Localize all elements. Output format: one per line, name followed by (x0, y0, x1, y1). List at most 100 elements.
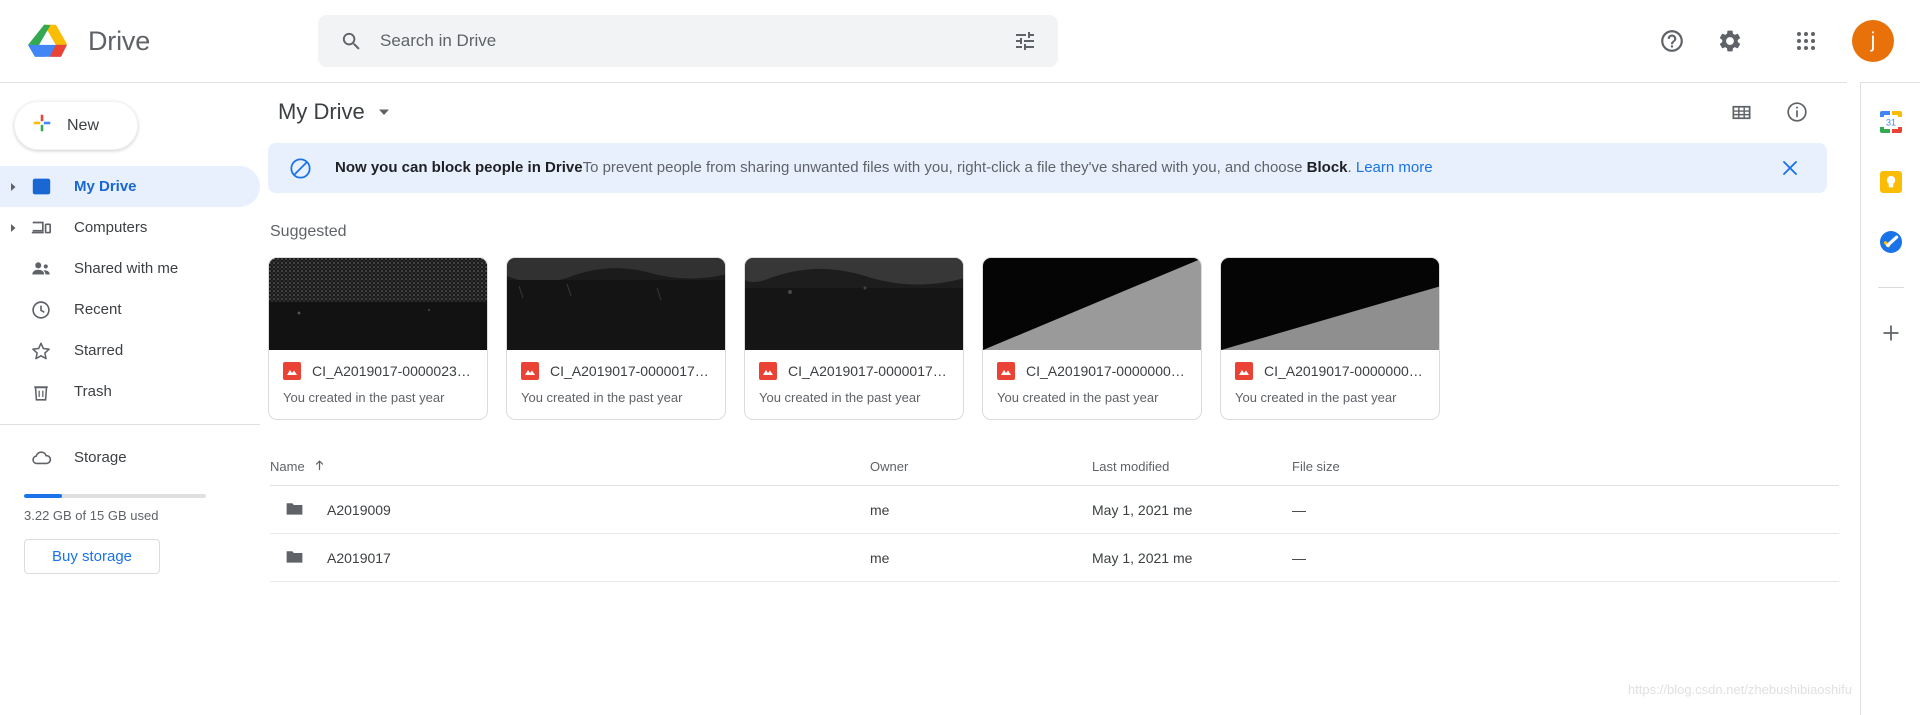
avatar[interactable]: j (1852, 20, 1894, 62)
image-file-icon (997, 362, 1015, 380)
card-meta: You created in the past year (507, 380, 725, 419)
file-thumbnail (983, 258, 1201, 350)
sidebar-item-label: Shared with me (74, 260, 178, 277)
storage-progress-bar (24, 494, 206, 498)
column-header-owner[interactable]: Owner (870, 459, 1092, 474)
file-thumbnail (1221, 258, 1439, 350)
search-input[interactable] (366, 31, 1010, 51)
chevron-down-icon[interactable] (377, 99, 391, 125)
table-row[interactable]: A2019017 me May 1, 2021 me — (270, 534, 1839, 582)
column-header-modified[interactable]: Last modified (1092, 459, 1292, 474)
sidebar-item-starred[interactable]: Starred (0, 330, 260, 371)
card-file-name: CI_A2019017-00000179… (550, 363, 711, 379)
brand-zone: Drive (0, 20, 318, 62)
header-actions: j (1638, 0, 1920, 82)
card-body: CI_A2019017-00000179… (745, 350, 963, 380)
table-header-row: Name Owner Last modified File size (270, 448, 1839, 486)
suggested-card[interactable]: CI_A2019017-00000230… You created in the… (268, 257, 488, 420)
storage-progress-fill (24, 494, 62, 498)
gear-icon[interactable] (1706, 17, 1754, 65)
google-drive-logo[interactable] (27, 20, 73, 62)
suggested-card[interactable]: CI_A2019017-00000000… You created in the… (1220, 257, 1440, 420)
suggested-card[interactable]: CI_A2019017-00000179… You created in the… (506, 257, 726, 420)
clock-icon (26, 299, 56, 321)
grid-view-icon[interactable] (1719, 90, 1763, 134)
card-file-name: CI_A2019017-00000000… (1026, 363, 1187, 379)
content-toolbar: My Drive (260, 83, 1847, 141)
product-name: Drive (88, 26, 150, 57)
toolbar-actions (1719, 90, 1847, 134)
sidebar-item-label: Recent (74, 301, 122, 318)
trash-icon (26, 381, 56, 403)
table-row[interactable]: A2019009 me May 1, 2021 me — (270, 486, 1839, 534)
sidebar-item-label: Computers (74, 219, 147, 236)
suggested-card[interactable]: CI_A2019017-00000000… You created in the… (982, 257, 1202, 420)
sidebar-item-storage[interactable]: Storage (0, 437, 260, 478)
add-ons-plus-icon[interactable] (1874, 316, 1908, 350)
card-body: CI_A2019017-00000179… (507, 350, 725, 380)
suggested-section-title: Suggested (270, 223, 1847, 241)
file-thumbnail (745, 258, 963, 350)
app-header: Drive (0, 0, 1920, 82)
card-title-row: CI_A2019017-00000179… (521, 362, 711, 380)
card-file-name: CI_A2019017-00000230… (312, 363, 473, 379)
expand-caret-icon[interactable] (0, 223, 26, 233)
search-icon[interactable] (336, 26, 366, 56)
banner-headline: Now you can block people in Drive (335, 159, 583, 176)
search-bar[interactable] (318, 15, 1058, 67)
tune-options-icon[interactable] (1010, 26, 1040, 56)
row-name-cell: A2019017 (270, 546, 870, 570)
sidebar-item-label: Starred (74, 342, 123, 359)
storage-usage-text: 3.22 GB of 15 GB used (24, 508, 260, 523)
banner-message: Now you can block people in DriveTo prev… (335, 158, 1433, 178)
info-circle-icon[interactable] (1775, 90, 1819, 134)
google-tasks-icon[interactable] (1874, 225, 1908, 259)
sidebar-item-my-drive[interactable]: My Drive (0, 166, 260, 207)
card-meta: You created in the past year (1221, 380, 1439, 419)
row-file-name: A2019017 (327, 550, 391, 566)
sidebar-item-trash[interactable]: Trash (0, 371, 260, 412)
card-title-row: CI_A2019017-00000230… (283, 362, 473, 380)
file-table: Name Owner Last modified File size A2019… (270, 448, 1839, 582)
image-file-icon (759, 362, 777, 380)
folder-icon (284, 498, 305, 522)
column-header-size[interactable]: File size (1292, 459, 1462, 474)
google-calendar-icon[interactable]: 31 (1874, 105, 1908, 139)
column-header-name[interactable]: Name (270, 459, 870, 475)
expand-caret-icon[interactable] (0, 182, 26, 192)
image-file-icon (1235, 362, 1253, 380)
card-meta: You created in the past year (983, 380, 1201, 419)
file-thumbnail (507, 258, 725, 350)
card-title-row: CI_A2019017-00000000… (997, 362, 1187, 380)
close-icon[interactable] (1771, 149, 1809, 187)
sidebar-item-shared-with-me[interactable]: Shared with me (0, 248, 260, 289)
sidebar-item-computers[interactable]: Computers (0, 207, 260, 248)
file-thumbnail (269, 258, 487, 350)
folder-icon (284, 546, 305, 570)
sidebar-item-recent[interactable]: Recent (0, 289, 260, 330)
suggested-cards: CI_A2019017-00000230… You created in the… (268, 257, 1847, 420)
cloud-icon (26, 446, 56, 469)
apps-grid-icon[interactable] (1782, 17, 1830, 65)
banner-learn-more-link[interactable]: Learn more (1356, 159, 1433, 176)
storage-label: Storage (74, 449, 127, 466)
card-file-name: CI_A2019017-00000000… (1264, 363, 1425, 379)
row-owner: me (870, 502, 1092, 518)
new-button[interactable]: New (14, 101, 138, 150)
breadcrumb[interactable]: My Drive (270, 94, 399, 130)
banner-bold-word: Block (1307, 159, 1348, 176)
svg-text:31: 31 (1885, 118, 1895, 128)
row-owner: me (870, 550, 1092, 566)
breadcrumb-label: My Drive (278, 99, 365, 125)
card-title-row: CI_A2019017-00000179… (759, 362, 949, 380)
people-icon (26, 258, 56, 280)
google-keep-icon[interactable] (1874, 165, 1908, 199)
card-file-name: CI_A2019017-00000179… (788, 363, 949, 379)
image-file-icon (521, 362, 539, 380)
suggested-card[interactable]: CI_A2019017-00000179… You created in the… (744, 257, 964, 420)
card-meta: You created in the past year (745, 380, 963, 419)
help-circle-icon[interactable] (1648, 17, 1696, 65)
banner-body-after: . (1348, 159, 1356, 176)
buy-storage-button[interactable]: Buy storage (24, 539, 160, 574)
sidebar-divider (0, 424, 260, 425)
